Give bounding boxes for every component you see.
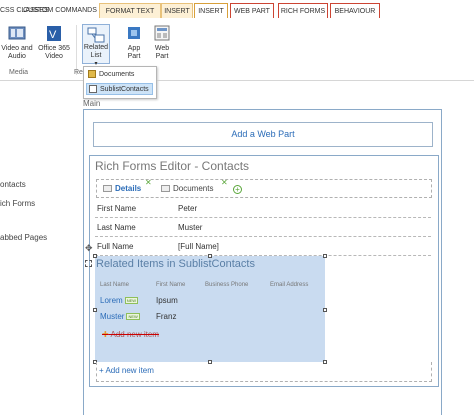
nav-item-rich-forms[interactable]: ich Forms [0,199,35,208]
related-list-button[interactable]: Related List ▾ [82,24,110,67]
office-video-label: Office 365 Video [38,45,70,60]
web-part-button[interactable]: Web Part [149,23,175,61]
form-tab-label: Documents [173,184,214,193]
related-items-title: Related Items in SublistContacts [96,258,255,270]
related-list-label: Related List [83,44,109,59]
field-label: First Name [97,204,137,213]
tab-web-part[interactable]: WEB PART [230,3,274,18]
form-tab-icon [161,185,170,193]
selection-handle[interactable] [93,254,97,258]
list-icon [89,85,97,94]
new-badge: NEW [124,297,139,305]
form-bottom-border [96,362,432,382]
column-header: Business Phone [205,282,249,288]
field-value[interactable]: Peter [178,204,197,213]
table-row[interactable]: Lorem NEW [100,296,139,305]
svg-text:V: V [49,29,57,41]
column-header: First Name [156,282,186,288]
field-label: Full Name [97,242,134,251]
nav-item-contacts[interactable]: ontacts [0,180,26,189]
zone-label-main: Main [83,99,101,108]
video-audio-button[interactable]: Video and Audio [0,23,34,61]
add-new-item-struck: ✚ Add new item [102,330,159,339]
form-tab-documents[interactable]: Documents [161,184,213,193]
cell-first-name: Franz [156,312,177,321]
menu-item-label: Documents [99,71,135,78]
plus-icon: ✚ [102,330,109,339]
tab-css-classes[interactable]: CSS CLASSES [0,3,49,18]
ribbon-body: Video and Audio V Office 365 Video Media… [0,19,474,81]
tab-rich-forms[interactable]: RICH FORMS [278,3,328,18]
field-value[interactable]: [Full Name] [178,242,219,251]
related-list-icon [87,27,105,43]
tab-insert-context[interactable]: INSERT [161,3,193,18]
column-header: Email Address [270,282,309,288]
cell-last-name[interactable]: Muster [100,312,124,321]
office-video-icon: V [47,26,61,41]
related-items-panel[interactable] [95,256,325,362]
group-media-label: Media [9,69,29,76]
app-part-icon [128,27,140,39]
menu-item-label: SublistContacts [100,86,149,93]
selection-handle[interactable] [323,254,327,258]
field-label: Last Name [97,223,136,232]
resize-handle-icon[interactable] [85,260,92,267]
close-icon[interactable]: ✕ [221,178,228,187]
menu-item-documents[interactable]: Documents [86,69,153,81]
documents-icon [88,70,96,79]
cell-first-name: Ipsum [156,296,178,305]
menu-item-sublistcontacts[interactable]: SublistContacts [86,83,153,95]
form-tab-details[interactable]: Details [103,184,141,193]
ribbon-divider [76,25,77,75]
add-tab-icon[interactable]: + [233,185,242,194]
related-list-menu: Documents SublistContacts [83,66,157,99]
nav-item-tabbed-pages[interactable]: abbed Pages [0,233,47,242]
office-365-video-button[interactable]: V Office 365 Video [35,23,73,61]
tab-format-text[interactable]: FORMAT TEXT [99,3,161,18]
tab-behaviour[interactable]: BEHAVIOUR [330,3,380,18]
cell-last-name[interactable]: Lorem [100,296,123,305]
form-tab-label: Details [115,184,142,193]
editor-title: Rich Forms Editor - Contacts [95,159,250,173]
form-tab-icon [103,185,112,193]
web-part-icon [154,25,170,41]
add-new-item-struck-label: Add new item [110,330,159,339]
table-row[interactable]: Muster NEW [100,312,140,321]
selection-handle[interactable] [323,308,327,312]
field-value[interactable]: Muster [178,223,202,232]
move-handle-icon[interactable]: ✥ [85,243,93,254]
tab-custom-commands[interactable]: CUSTOM COMMANDS [22,3,98,18]
video-audio-label: Video and Audio [1,45,33,60]
new-badge: NEW [126,313,140,321]
tab-insert[interactable]: INSERT [194,3,228,18]
selection-handle[interactable] [208,254,212,258]
web-part-label: Web Part [154,45,170,60]
field-row-full-name: Full Name [Full Name] [95,237,431,256]
close-icon[interactable]: ✕ [145,178,152,187]
app-part-label: App Part [127,45,141,60]
ribbon-tab-bar: CSS CLASSES CUSTOM COMMANDS FORMAT TEXT … [0,0,474,20]
group-re-label: Re [74,69,83,76]
add-web-part-link[interactable]: Add a Web Part [93,122,433,147]
field-row-last-name: Last Name Muster [95,218,431,237]
app-part-button[interactable]: App Part [121,23,147,61]
field-row-first-name: First Name Peter [95,199,431,218]
video-icon [8,26,26,40]
column-header: Last Name [100,282,130,288]
selection-handle[interactable] [93,308,97,312]
